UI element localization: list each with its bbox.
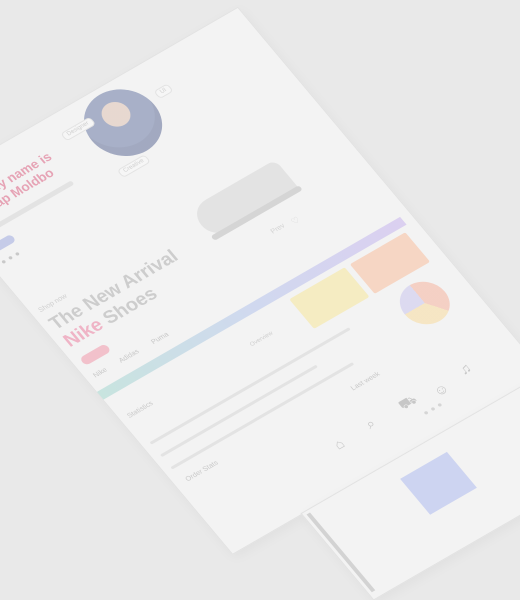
hero-prev-link[interactable]: Prev <box>270 223 287 236</box>
profile-tag: UI <box>153 83 174 100</box>
home-icon[interactable]: ⌂ <box>330 436 348 453</box>
hero-shop-button[interactable] <box>79 343 112 367</box>
profile-tag: Creative <box>116 154 152 179</box>
dashboard-small-label: Order Stats <box>184 459 220 484</box>
user-icon[interactable]: ☺ <box>430 380 453 400</box>
search-icon[interactable]: ⌕ <box>362 415 380 432</box>
dashboard-pie-chart <box>389 273 460 333</box>
dashboard-pill[interactable]: Overview <box>249 331 275 348</box>
dashboard-line <box>160 364 318 458</box>
cart-icon[interactable]: ⛟ <box>394 391 422 415</box>
hello-dots: ●●● <box>0 247 25 267</box>
heart-icon[interactable]: ♡ <box>289 215 303 228</box>
bell-icon[interactable]: ♫ <box>455 360 475 378</box>
dashboard-legend: Last week <box>349 370 382 393</box>
design-showcase: Hello, my name is Songlap Moldbo ●●● Des… <box>0 0 520 600</box>
pager-dots: ●●● <box>420 398 448 418</box>
tilted-design-board: Hello, my name is Songlap Moldbo ●●● Des… <box>0 6 520 600</box>
dashboard-label: Statistics <box>126 400 155 420</box>
